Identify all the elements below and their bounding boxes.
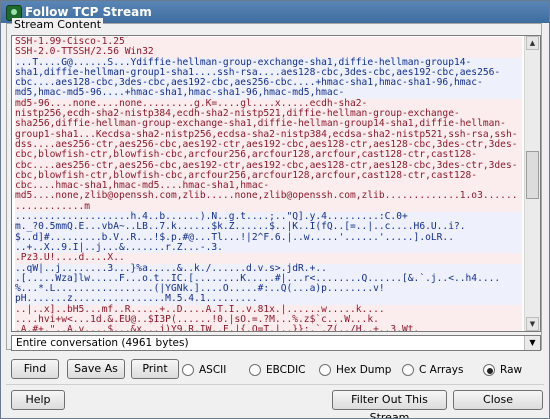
- radio-ebcdic-circle[interactable]: [249, 364, 261, 376]
- conversation-selected-value: Entire conversation (4961 bytes): [16, 337, 189, 349]
- stream-line-client: .A.#+."..A.v....$...&x...j)Y9.R.IW..F.|{…: [15, 325, 522, 331]
- chevron-down-icon[interactable]: ▼: [524, 336, 540, 350]
- stream-line-client: .Pz3.U!....d....X..: [15, 252, 522, 264]
- print-button[interactable]: Print: [131, 359, 179, 379]
- separator: [6, 384, 544, 385]
- stream-text-area[interactable]: SSH-1.99-Cisco-1.25 SSH-2.0-TTSSH/2.56 Wi…: [12, 36, 525, 331]
- find-button[interactable]: Find: [11, 359, 59, 379]
- stream-line-client: md5....none,zlib@openssh.com,zlib.....no…: [15, 191, 522, 202]
- radio-c-arrays-circle[interactable]: [402, 364, 414, 376]
- radio-raw-circle[interactable]: [483, 364, 495, 376]
- radio-ascii-label: ASCII: [199, 364, 227, 376]
- scroll-up-arrow-icon[interactable]: ▲: [526, 36, 539, 50]
- stream-content-view[interactable]: SSH-1.99-Cisco-1.25 SSH-2.0-TTSSH/2.56 Wi…: [11, 35, 541, 332]
- radio-c-arrays-label: C Arrays: [419, 364, 464, 376]
- radio-ebcdic-label: EBCDIC: [266, 364, 306, 376]
- conversation-select[interactable]: Entire conversation (4961 bytes) ▼: [11, 335, 541, 351]
- radio-hex-dump-circle[interactable]: [319, 364, 331, 376]
- radio-hex-dump-label: Hex Dump: [336, 364, 392, 376]
- close-button[interactable]: Close: [453, 390, 543, 410]
- window-title: Follow TCP Stream: [25, 5, 152, 19]
- follow-tcp-stream-window: Follow TCP Stream Stream Content SSH-1.9…: [0, 0, 550, 419]
- filter-out-stream-button[interactable]: Filter Out This Stream: [332, 390, 447, 418]
- save-as-button[interactable]: Save As: [67, 359, 125, 379]
- help-button[interactable]: Help: [11, 390, 65, 410]
- scroll-down-arrow-icon[interactable]: ▼: [526, 317, 539, 331]
- radio-raw-selected-dot: [487, 368, 493, 374]
- radio-raw-label: Raw: [500, 364, 523, 376]
- vertical-scrollbar[interactable]: ▲ ▼: [524, 36, 540, 331]
- stream-content-label: Stream Content: [12, 18, 104, 31]
- radio-ascii-circle[interactable]: [182, 364, 194, 376]
- scrollbar-thumb[interactable]: [526, 151, 539, 199]
